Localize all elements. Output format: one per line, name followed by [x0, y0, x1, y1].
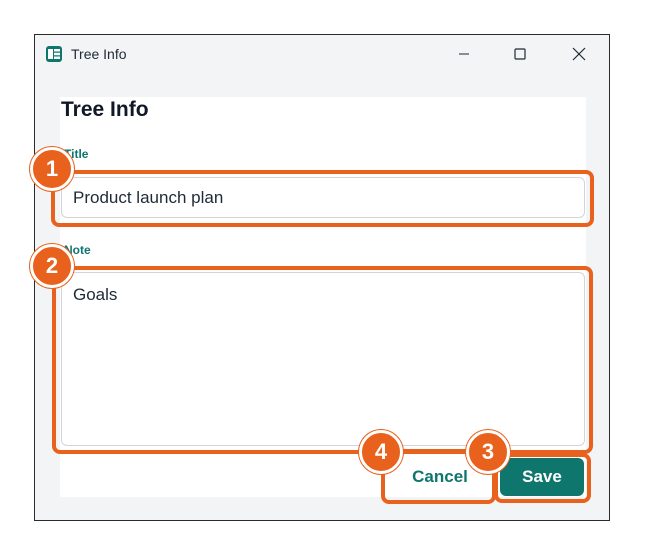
window-title: Tree Info: [71, 46, 127, 62]
tree-app-icon: [46, 46, 62, 62]
maximize-icon: [514, 48, 526, 60]
title-input[interactable]: [61, 177, 585, 218]
annotation-marker-1: 1: [30, 147, 74, 191]
annotation-marker-2: 2: [30, 244, 74, 288]
title-bar[interactable]: Tree Info: [35, 35, 609, 73]
close-icon: [572, 47, 586, 61]
annotation-marker-4: 4: [359, 430, 403, 474]
close-button[interactable]: [556, 39, 602, 69]
minimize-button[interactable]: [441, 39, 487, 69]
annotation-marker-3: 3: [466, 430, 510, 474]
note-textarea[interactable]: Goals: [61, 272, 585, 446]
maximize-button[interactable]: [497, 39, 543, 69]
minimize-icon: [459, 53, 469, 55]
dialog-heading: Tree Info: [61, 98, 149, 121]
save-button[interactable]: Save: [500, 458, 584, 496]
